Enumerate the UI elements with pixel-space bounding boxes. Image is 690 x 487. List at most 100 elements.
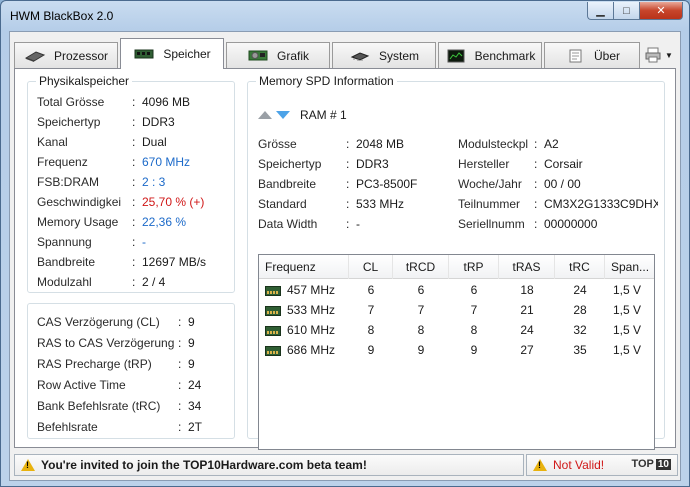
benchmark-chart-icon [447, 49, 465, 62]
column-header[interactable]: tRCD [393, 255, 449, 279]
ram-module-icon [265, 325, 281, 336]
tab-über[interactable]: Über [544, 42, 640, 68]
printer-icon [645, 47, 661, 63]
timing-value: 2T [188, 420, 203, 434]
spd-row-right-label: Modulsteckpl [458, 137, 529, 151]
info-value: Dual [142, 135, 167, 149]
timing-cell: 8 [449, 320, 499, 340]
ram-module-icon [265, 285, 281, 296]
spd-group: Memory SPD Information RAM # 1 Grösse:20… [247, 74, 665, 450]
timing-cell: 35 [555, 340, 605, 360]
tab-grafik[interactable]: Grafik [226, 42, 330, 68]
spd-row-right: Hersteller: Corsair [248, 154, 664, 174]
table-row[interactable]: 686 MHz 9 9 9 27 35 1,5 V [259, 340, 654, 360]
cell-text: 7 [367, 303, 375, 317]
separator: : [132, 175, 136, 189]
minimize-icon: ▁ [596, 5, 605, 17]
spd-row-right-value: 00000000 [544, 217, 598, 231]
cell-text: 9 [470, 343, 478, 357]
info-label: Total Grösse [37, 95, 105, 109]
separator: : [534, 217, 538, 231]
spd-row-right-label: Hersteller [458, 157, 510, 171]
spd-row-right-value: A2 [544, 137, 559, 151]
cell-text: 533 MHz [287, 303, 336, 317]
timing-value: 24 [188, 378, 202, 392]
frequency-cell: 610 MHz [259, 320, 349, 340]
separator: : [178, 336, 182, 350]
separator: : [178, 378, 182, 392]
tab-label: Über [593, 48, 620, 63]
info-label: Frequenz [37, 155, 88, 169]
tab-label: System [378, 48, 419, 63]
tab-prozessor[interactable]: Prozessor [14, 42, 118, 68]
column-header[interactable]: CL [349, 255, 393, 279]
timing-cell: 27 [499, 340, 555, 360]
table-row[interactable]: 610 MHz 8 8 8 24 32 1,5 V [259, 320, 654, 340]
timing-row: Befehlsrate:2T [28, 417, 234, 437]
spd-row-right: Modulsteckpl: A2 [248, 134, 664, 154]
timing-cell: 7 [349, 300, 393, 320]
separator: : [178, 315, 182, 329]
tab-system[interactable]: System [332, 42, 436, 68]
spd-timing-table[interactable]: Frequenz CL tRCD tRP tRAS tRC Span... 457 MHz 6… [258, 254, 655, 450]
about-document-icon [569, 49, 582, 62]
info-label: Speichertyp [37, 115, 101, 129]
ram-module-icon [265, 345, 281, 356]
timing-row: RAS Precharge (tRP):9 [28, 354, 234, 374]
info-label: Bandbreite [37, 255, 96, 269]
separator: : [178, 420, 182, 434]
tab-speicher[interactable]: Speicher [120, 38, 224, 69]
info-label: Kanal [37, 135, 68, 149]
next-module-icon[interactable] [276, 111, 290, 119]
cell-text: 6 [470, 283, 478, 297]
timing-row: CAS Verzögerung (CL):9 [28, 312, 234, 332]
cell-text: 7 [470, 303, 478, 317]
physikalspeicher-title: Physikalspeicher [36, 74, 133, 88]
tab-benchmark[interactable]: Benchmark [438, 42, 542, 68]
separator: : [178, 399, 182, 413]
info-value: 2 / 4 [142, 275, 166, 289]
column-header[interactable]: Frequenz [259, 255, 349, 279]
ram-module-icon [134, 49, 154, 59]
status-bar: You're invited to join the TOP10Hardware… [14, 454, 678, 478]
separator: : [132, 95, 136, 109]
info-row: Spannung: - [28, 232, 234, 252]
title-bar[interactable]: HWM BlackBox 2.0 ▁ □ ✕ [1, 1, 689, 31]
frequency-cell: 533 MHz [259, 300, 349, 320]
info-row: Speichertyp: DDR3 [28, 112, 234, 132]
beta-invite-panel[interactable]: You're invited to join the TOP10Hardware… [14, 454, 524, 476]
chevron-down-icon: ▼ [665, 50, 673, 60]
cell-text: 6 [417, 283, 425, 297]
timing-cell: 6 [393, 280, 449, 300]
cell-text: 457 MHz [287, 283, 336, 297]
close-button[interactable]: ✕ [639, 2, 683, 20]
tab-label: Prozessor [53, 48, 109, 63]
graphics-card-icon [248, 50, 268, 60]
module-selector: RAM # 1 [258, 108, 347, 122]
table-row[interactable]: 457 MHz 6 6 6 18 24 1,5 V [259, 280, 654, 300]
timing-cell: 1,5 V [605, 280, 654, 300]
previous-module-icon[interactable] [258, 111, 272, 119]
separator: : [132, 275, 136, 289]
minimize-button[interactable]: ▁ [587, 2, 613, 20]
column-header[interactable]: tRC [555, 255, 605, 279]
tab-overflow-button[interactable]: ▼ [642, 42, 676, 68]
table-row[interactable]: 533 MHz 7 7 7 21 28 1,5 V [259, 300, 654, 320]
separator: : [132, 155, 136, 169]
separator: : [132, 215, 136, 229]
info-row: Total Grösse:4096 MB [28, 92, 234, 112]
spd-row-right: Woche/Jahr:00 / 00 [248, 174, 664, 194]
window-title: HWM BlackBox 2.0 [10, 9, 114, 23]
separator: : [132, 255, 136, 269]
column-header[interactable]: Span... [605, 255, 654, 279]
app-window: HWM BlackBox 2.0 ▁ □ ✕ Über Benchmark Syst… [0, 0, 690, 487]
cell-text: 8 [367, 323, 375, 337]
maximize-button[interactable]: □ [613, 2, 639, 20]
info-row: FSB:DRAM:2 : 3 [28, 172, 234, 192]
cell-text: 21 [520, 303, 534, 317]
info-value: DDR3 [142, 115, 175, 129]
top10-logo[interactable]: TOP 10 [631, 458, 671, 470]
column-header[interactable]: tRAS [499, 255, 555, 279]
cell-text: 8 [470, 323, 478, 337]
column-header[interactable]: tRP [449, 255, 499, 279]
